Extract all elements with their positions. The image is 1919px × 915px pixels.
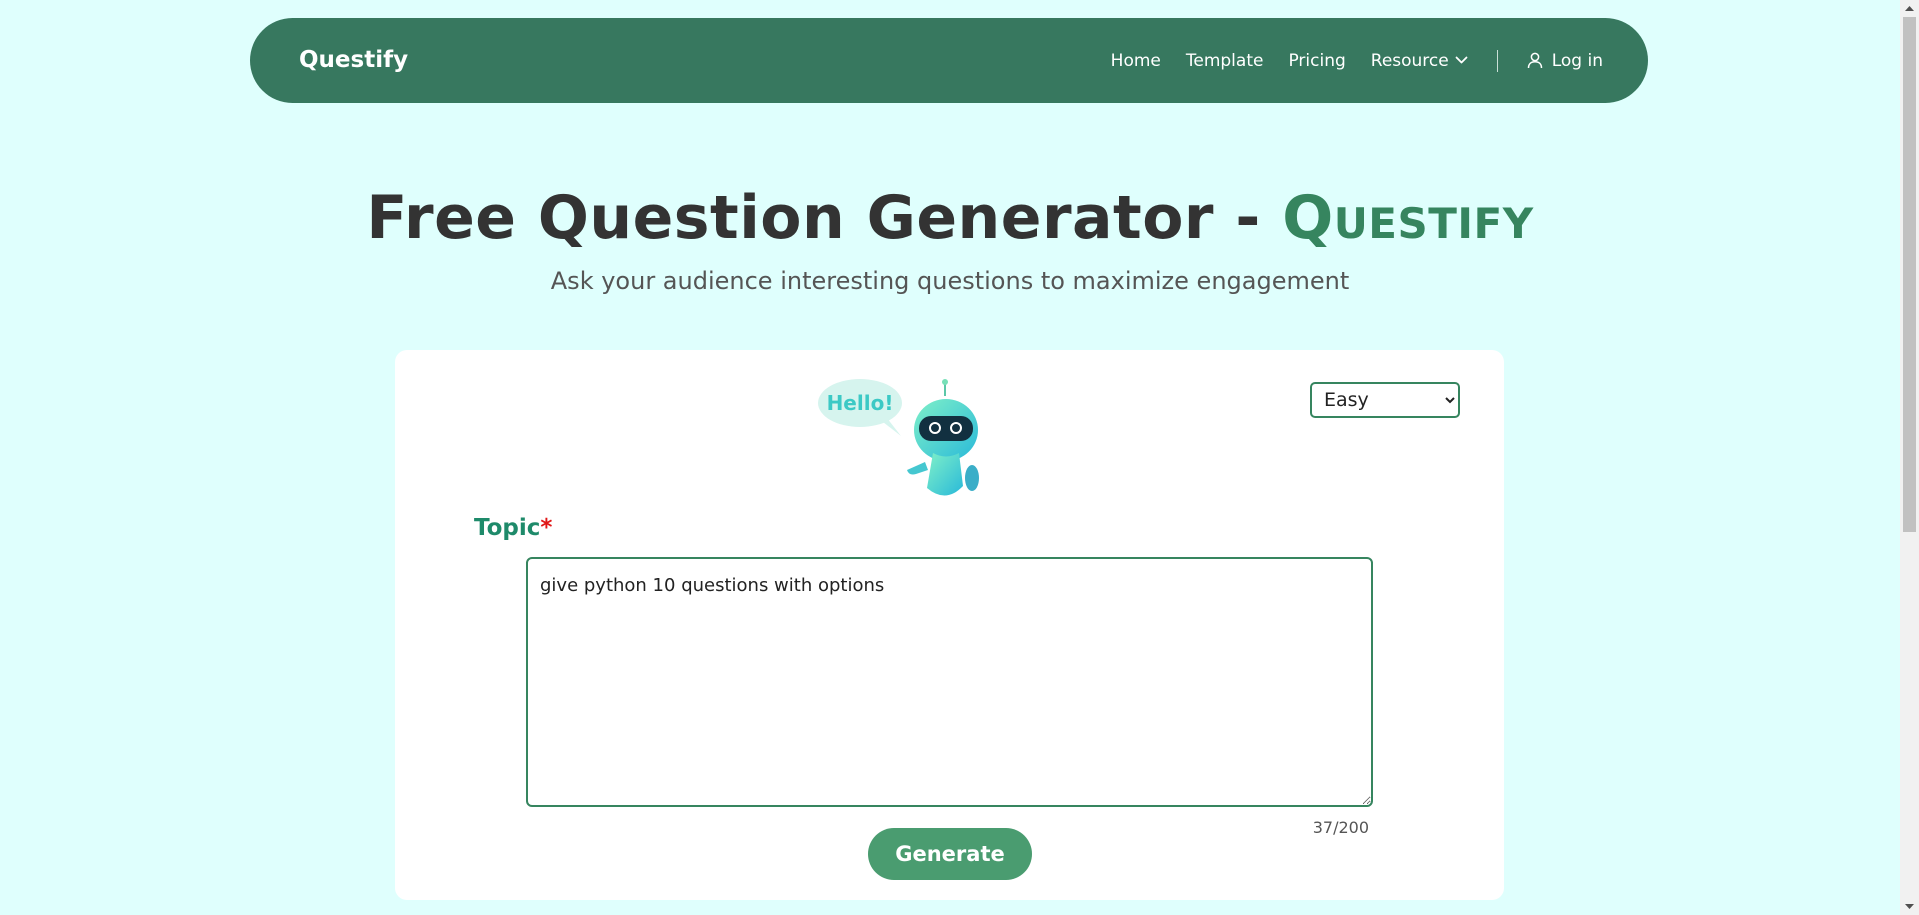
nav-resource-dropdown[interactable]: Resource [1371,51,1468,71]
title-brand: Questify [1282,183,1534,253]
page-subtitle: Ask your audience interesting questions … [550,267,1350,295]
topic-label: Topic* [474,515,552,541]
topic-input[interactable]: give python 10 questions with options [526,557,1373,807]
nav-link-home[interactable]: Home [1111,51,1161,71]
navbar: Questify Home Template Pricing Resource … [250,18,1648,103]
login-link[interactable]: Log in [1527,51,1603,71]
user-icon [1527,52,1542,69]
nav-link-pricing[interactable]: Pricing [1288,51,1345,71]
generate-button[interactable]: Generate [868,828,1032,880]
topic-label-text: Topic [474,515,541,541]
brand-logo[interactable]: Questify [299,18,408,103]
scroll-thumb[interactable] [1903,17,1916,532]
robot-mascot: Hello! [818,379,979,496]
scrollbar[interactable] [1900,0,1919,915]
nav-resource-label: Resource [1370,50,1449,71]
login-label: Log in [1551,50,1603,71]
scroll-up-icon[interactable] [1900,0,1919,17]
nav-divider [1496,49,1498,72]
nav-link-template[interactable]: Template [1186,51,1264,71]
chevron-down-icon [1455,56,1468,64]
generator-card: Hello! Easy Topic* give python 10 questi… [395,350,1504,900]
page-title: Free Question Generator - Questify [0,182,1900,254]
char-count: 37/200 [1312,818,1369,837]
robot-bubble-text: Hello! [827,391,894,415]
title-text: Free Question Generator - [366,183,1283,253]
scroll-down-icon[interactable] [1900,898,1919,915]
required-mark: * [540,515,553,541]
page: Questify Home Template Pricing Resource … [0,0,1900,915]
difficulty-select[interactable]: Easy [1310,382,1460,418]
nav-links: Home Template Pricing Resource Log in [1111,18,1603,103]
